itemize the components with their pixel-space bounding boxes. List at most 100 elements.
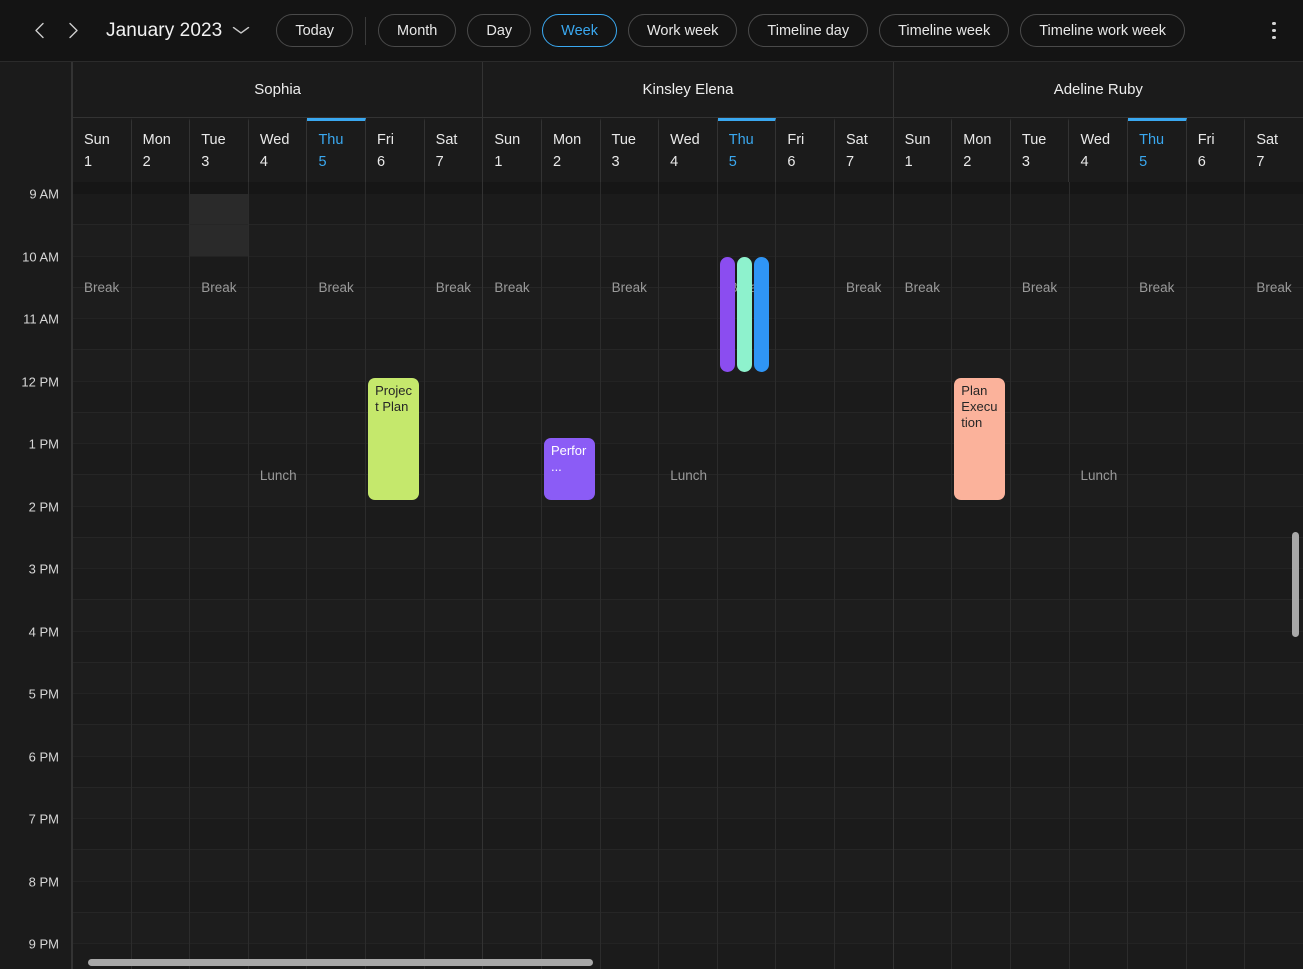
grid-time-slot[interactable]: [541, 350, 600, 382]
grid-time-slot[interactable]: [1069, 912, 1128, 944]
grid-time-slot[interactable]: [73, 194, 131, 226]
grid-time-slot[interactable]: [307, 475, 366, 507]
grid-time-slot[interactable]: [893, 506, 952, 538]
grid-time-slot[interactable]: [73, 819, 131, 851]
grid-time-slot[interactable]: [893, 787, 952, 819]
grid-time-slot[interactable]: [73, 662, 131, 694]
grid-time-slot[interactable]: [600, 256, 659, 288]
grid-time-slot[interactable]: [541, 225, 600, 257]
grid-time-slot[interactable]: [307, 694, 366, 726]
grid-time-slot[interactable]: [131, 412, 190, 444]
grid-time-slot[interactable]: [1010, 194, 1069, 226]
grid-time-slot[interactable]: [1128, 787, 1186, 819]
grid-time-slot[interactable]: [835, 850, 893, 882]
grid-time-slot[interactable]: [366, 256, 424, 288]
grid-time-slot[interactable]: [424, 225, 483, 257]
grid-time-slot[interactable]: [776, 881, 835, 913]
grid-time-slot[interactable]: [1186, 600, 1245, 632]
grid-time-slot[interactable]: [366, 569, 424, 601]
grid-time-slot[interactable]: [248, 475, 307, 507]
grid-time-slot[interactable]: [131, 662, 190, 694]
grid-time-slot[interactable]: [1010, 725, 1069, 757]
day-header-thu-5[interactable]: Thu 5: [307, 118, 367, 182]
grid-time-slot[interactable]: [1069, 662, 1128, 694]
grid-time-slot[interactable]: [307, 819, 366, 851]
grid-time-slot[interactable]: [952, 194, 1010, 226]
grid-time-slot[interactable]: [1010, 912, 1069, 944]
grid-time-slot[interactable]: [600, 600, 659, 632]
grid-time-slot[interactable]: [1010, 694, 1069, 726]
grid-time-slot[interactable]: [835, 319, 893, 351]
grid-time-slot[interactable]: [1186, 412, 1245, 444]
grid-time-slot[interactable]: [366, 850, 424, 882]
grid-time-slot[interactable]: [1069, 694, 1128, 726]
grid-time-slot[interactable]: [776, 537, 835, 569]
grid-time-slot[interactable]: [190, 912, 248, 944]
grid-time-slot[interactable]: [835, 350, 893, 382]
grid-time-slot[interactable]: [835, 569, 893, 601]
grid-time-slot[interactable]: [248, 381, 307, 413]
grid-time-slot[interactable]: [248, 287, 307, 319]
grid-time-slot[interactable]: [835, 600, 893, 632]
grid-time-slot[interactable]: [659, 694, 717, 726]
grid-time-slot[interactable]: [659, 787, 717, 819]
day-header-sat-7[interactable]: Sat 7: [424, 118, 484, 182]
grid-time-slot[interactable]: [835, 225, 893, 257]
grid-time-slot[interactable]: [424, 819, 483, 851]
day-header-mon-2[interactable]: Mon 2: [952, 118, 1011, 182]
grid-time-slot[interactable]: [893, 319, 952, 351]
grid-time-slot[interactable]: [952, 225, 1010, 257]
grid-time-slot[interactable]: [73, 412, 131, 444]
grid-time-slot[interactable]: [1010, 225, 1069, 257]
grid-time-slot[interactable]: [717, 506, 776, 538]
grid-time-slot[interactable]: [73, 381, 131, 413]
grid-time-slot[interactable]: [190, 631, 248, 663]
grid-time-slot[interactable]: [131, 787, 190, 819]
grid-time-slot[interactable]: [483, 756, 541, 788]
grid-time-slot[interactable]: [600, 350, 659, 382]
grid-time-slot[interactable]: [659, 881, 717, 913]
grid-time-slot[interactable]: [73, 256, 131, 288]
grid-time-slot[interactable]: [1128, 631, 1186, 663]
grid-time-slot[interactable]: [893, 194, 952, 226]
grid-time-slot[interactable]: [424, 912, 483, 944]
grid-time-slot[interactable]: [190, 694, 248, 726]
grid-time-slot[interactable]: [190, 881, 248, 913]
grid-time-slot[interactable]: [659, 569, 717, 601]
grid-time-slot[interactable]: [73, 600, 131, 632]
horizontal-scrollbar-thumb[interactable]: [88, 959, 593, 966]
calendar-event[interactable]: Perfor...: [543, 437, 595, 501]
grid-time-slot[interactable]: [1010, 256, 1069, 288]
grid-time-slot[interactable]: [73, 850, 131, 882]
grid-time-slot[interactable]: [776, 475, 835, 507]
grid-time-slot[interactable]: [659, 819, 717, 851]
grid-time-slot[interactable]: [776, 725, 835, 757]
day-header-mon-2[interactable]: Mon 2: [131, 118, 191, 182]
grid-time-slot[interactable]: [1128, 694, 1186, 726]
grid-time-slot[interactable]: [952, 287, 1010, 319]
grid-time-slot[interactable]: [483, 194, 541, 226]
grid-time-slot[interactable]: [541, 287, 600, 319]
grid-time-slot[interactable]: [541, 694, 600, 726]
grid-time-slot[interactable]: [190, 756, 248, 788]
grid-time-slot[interactable]: [483, 381, 541, 413]
grid-time-slot[interactable]: [366, 350, 424, 382]
grid-time-slot[interactable]: [1128, 725, 1186, 757]
grid-time-slot[interactable]: [73, 319, 131, 351]
grid-time-slot[interactable]: [1186, 225, 1245, 257]
grid-time-slot[interactable]: [1128, 194, 1186, 226]
grid-time-slot[interactable]: [307, 912, 366, 944]
grid-time-slot[interactable]: [659, 756, 717, 788]
grid-time-slot[interactable]: [73, 756, 131, 788]
grid-time-slot[interactable]: [190, 662, 248, 694]
grid-time-slot[interactable]: [717, 662, 776, 694]
grid-time-slot[interactable]: [1186, 662, 1245, 694]
grid-time-slot[interactable]: [307, 225, 366, 257]
day-header-sat-7[interactable]: Sat 7: [834, 118, 894, 182]
day-header-sun-1[interactable]: Sun 1: [483, 118, 542, 182]
grid-time-slot[interactable]: [717, 475, 776, 507]
grid-time-slot[interactable]: [893, 756, 952, 788]
grid-time-slot[interactable]: [893, 287, 952, 319]
grid-time-slot[interactable]: [893, 694, 952, 726]
grid-time-slot[interactable]: [776, 412, 835, 444]
